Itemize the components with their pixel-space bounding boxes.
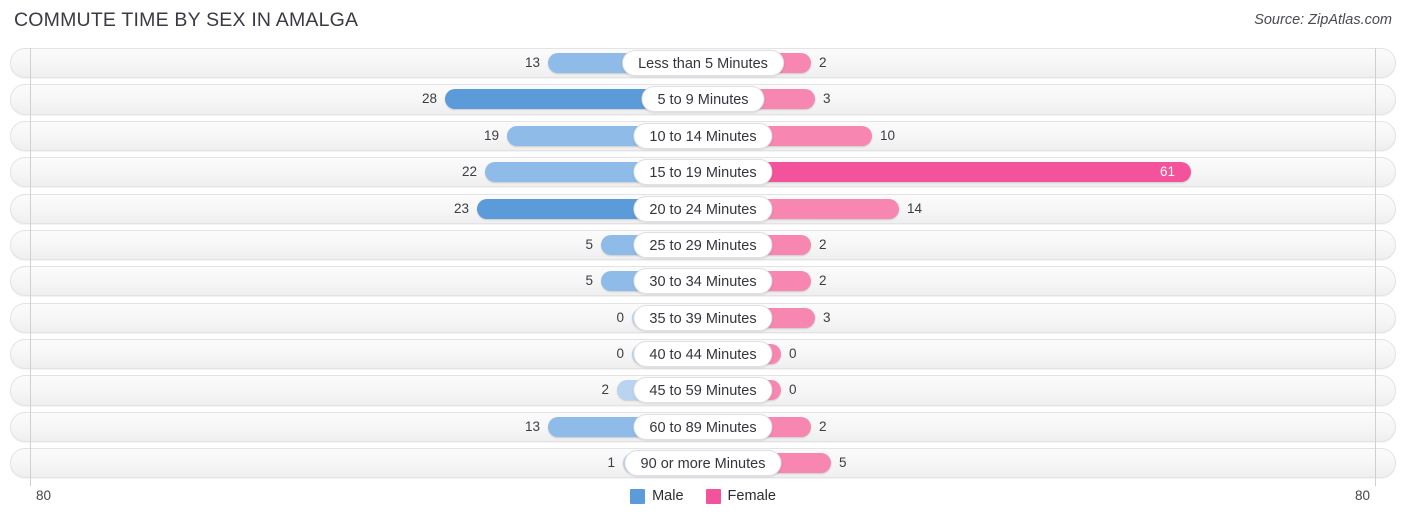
value-label-male: 1 xyxy=(607,455,615,471)
table-row: 0 3 35 to 39 Minutes xyxy=(0,302,1406,333)
table-row: 5 2 30 to 34 Minutes xyxy=(0,266,1406,297)
table-row: 0 0 40 to 44 Minutes xyxy=(0,339,1406,370)
legend-swatch-male-icon xyxy=(630,488,646,504)
legend-label-male: Male xyxy=(652,488,684,504)
value-label-female: 61 xyxy=(1159,164,1175,180)
value-label-female: 5 xyxy=(839,455,847,471)
category-label-pill: 40 to 44 Minutes xyxy=(633,341,773,367)
value-label-female: 0 xyxy=(789,346,797,361)
category-label-pill: 10 to 14 Minutes xyxy=(633,122,773,149)
value-label-male: 0 xyxy=(616,346,624,361)
legend-swatch-female-icon xyxy=(705,488,721,504)
table-row: 19 10 10 to 14 Minutes xyxy=(0,120,1406,151)
value-label-female: 14 xyxy=(907,200,923,216)
value-label-male: 19 xyxy=(483,127,499,143)
category-label-pill: 20 to 24 Minutes xyxy=(633,195,773,222)
value-label-female: 3 xyxy=(823,91,831,107)
value-label-male: 13 xyxy=(524,418,540,434)
value-label-male: 28 xyxy=(421,91,437,107)
value-label-female: 2 xyxy=(819,236,827,252)
chart-legend: Male Female xyxy=(0,488,1406,504)
table-row: 5 2 25 to 29 Minutes xyxy=(0,229,1406,261)
chart-header: COMMUTE TIME BY SEX IN AMALGA Source: Zi… xyxy=(0,0,1406,44)
value-label-male: 22 xyxy=(461,164,477,180)
table-row: 2 0 45 to 59 Minutes xyxy=(0,375,1406,406)
value-label-female: 10 xyxy=(880,127,896,143)
category-label-pill: 25 to 29 Minutes xyxy=(633,231,773,258)
value-label-male: 0 xyxy=(616,309,624,325)
value-label-female: 0 xyxy=(789,382,797,398)
table-row: 1 5 90 or more Minutes xyxy=(0,448,1406,479)
category-label-pill: 35 to 39 Minutes xyxy=(633,304,773,331)
legend-item-male[interactable]: Male xyxy=(630,488,684,504)
axis-line-left xyxy=(30,48,31,486)
value-label-female: 2 xyxy=(819,55,827,70)
value-label-male: 13 xyxy=(524,55,540,70)
value-label-male: 5 xyxy=(585,236,593,252)
category-label-pill: Less than 5 Minutes xyxy=(622,50,784,76)
table-row: 13 2 60 to 89 Minutes xyxy=(0,411,1406,442)
legend-label-female: Female xyxy=(727,488,776,504)
bar-female[interactable] xyxy=(703,162,1191,183)
value-label-female: 3 xyxy=(823,309,831,325)
table-row: 13 2 Less than 5 Minutes xyxy=(0,48,1406,79)
table-row: 22 61 15 to 19 Minutes xyxy=(0,157,1406,188)
value-label-male: 2 xyxy=(601,382,609,398)
table-row: 28 3 5 to 9 Minutes xyxy=(0,84,1406,115)
axis-line-right xyxy=(1375,48,1376,486)
value-label-female: 2 xyxy=(819,418,827,434)
value-label-female: 2 xyxy=(819,273,827,289)
page-title: COMMUTE TIME BY SEX IN AMALGA xyxy=(14,9,359,31)
category-label-pill: 60 to 89 Minutes xyxy=(633,413,773,440)
chart-footer: 80 80 Male Female xyxy=(0,484,1406,522)
category-label-pill: 5 to 9 Minutes xyxy=(641,86,765,113)
source-attribution: Source: ZipAtlas.com xyxy=(1254,12,1392,28)
commute-time-bar-chart: COMMUTE TIME BY SEX IN AMALGA Source: Zi… xyxy=(0,0,1406,522)
category-label-pill: 15 to 19 Minutes xyxy=(633,159,773,186)
category-label-pill: 90 or more Minutes xyxy=(624,450,782,477)
category-label-pill: 45 to 59 Minutes xyxy=(633,377,773,404)
plot-area: 13 2 Less than 5 Minutes 28 3 5 to 9 Minutes 1… xyxy=(0,48,1406,486)
table-row: 23 14 20 to 24 Minutes xyxy=(0,193,1406,224)
value-label-male: 23 xyxy=(453,200,469,216)
value-label-male: 5 xyxy=(585,273,593,289)
bar-row-list: 13 2 Less than 5 Minutes 28 3 5 to 9 Minutes 1… xyxy=(0,48,1406,485)
legend-item-female[interactable]: Female xyxy=(705,488,776,504)
category-label-pill: 30 to 34 Minutes xyxy=(633,268,773,295)
